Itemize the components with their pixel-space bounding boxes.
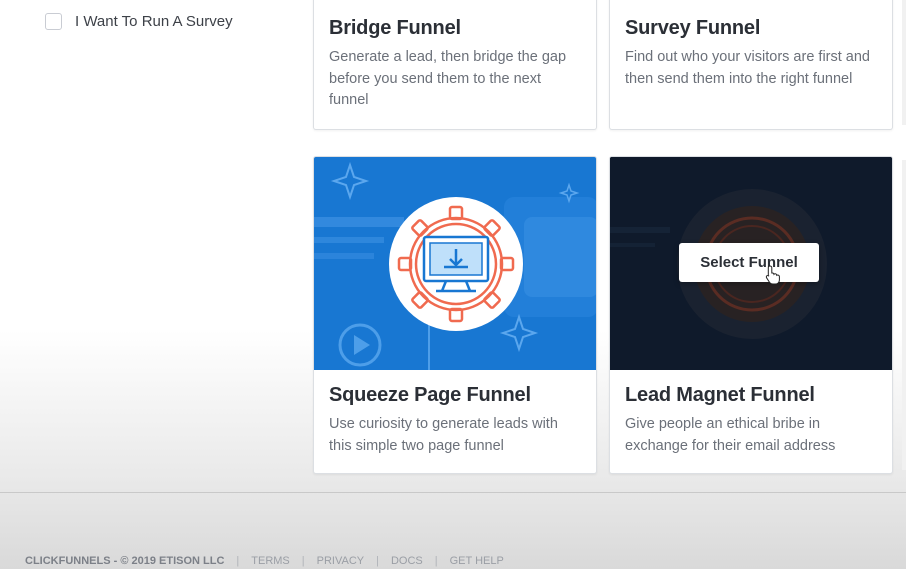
footer-link-privacy[interactable]: PRIVACY [317,555,364,567]
card-edge-partial [902,0,906,125]
filter-run-survey[interactable]: I Want To Run A Survey [45,13,233,30]
card-title: Lead Magnet Funnel [625,384,815,406]
footer-divider [0,492,906,493]
card-title: Bridge Funnel [329,17,461,39]
footer-link-terms[interactable]: TERMS [251,555,290,567]
footer-separator: | [434,555,438,567]
card-description: Use curiosity to generate leads with thi… [329,416,558,454]
footer-link-docs[interactable]: DOCS [391,555,423,567]
footer-link-get-help[interactable]: GET HELP [450,555,504,567]
funnel-card-survey[interactable]: Survey Funnel Find out who your visitors… [609,0,893,130]
footer-copyright: CLICKFUNNELS - © 2019 ETISON LLC [25,555,225,567]
footer-separator: | [236,555,240,567]
funnel-card-lead-magnet[interactable]: Select Funnel Lead Magnet Funnel Give pe… [609,156,893,474]
footer-separator: | [301,555,305,567]
card-description: Generate a lead, then bridge the gap bef… [329,49,567,108]
funnel-card-squeeze-page[interactable]: Squeeze Page Funnel Use curiosity to gen… [313,156,597,474]
card-title: Survey Funnel [625,17,761,39]
footer-separator: | [376,555,379,567]
funnel-card-bridge[interactable]: Bridge Funnel Generate a lead, then brid… [313,0,597,130]
card-description: Give people an ethical bribe in exchange… [625,416,836,454]
hand-cursor-icon [765,265,780,285]
card-title: Squeeze Page Funnel [329,384,531,406]
lead-magnet-illustration: Select Funnel [610,157,892,370]
computer-download-icon [314,161,596,370]
footer: CLICKFUNNELS - © 2019 ETISON LLC | TERMS… [25,555,504,567]
card-description: Find out who your visitors are first and… [625,49,870,87]
select-funnel-button[interactable]: Select Funnel [679,243,819,282]
survey-checkbox[interactable] [45,13,62,30]
squeeze-page-illustration [314,157,596,370]
filter-label: I Want To Run A Survey [75,13,233,30]
card-edge-partial [902,160,906,470]
